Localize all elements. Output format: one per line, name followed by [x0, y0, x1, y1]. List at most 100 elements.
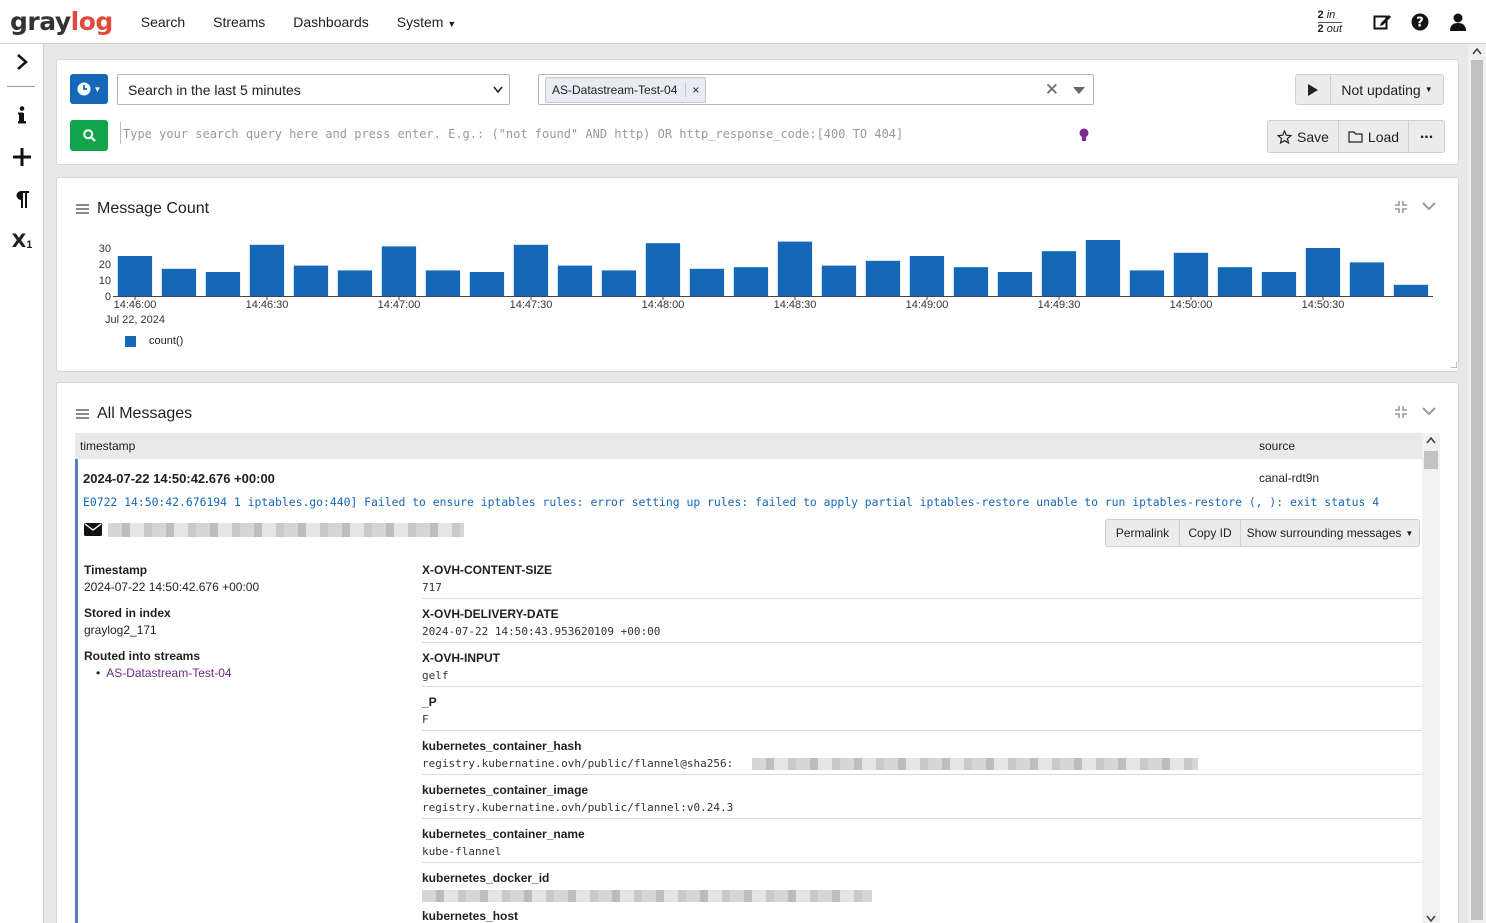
- scroll-thumb[interactable]: [1471, 60, 1483, 920]
- nav-search[interactable]: Search: [141, 14, 185, 30]
- field-name: kubernetes_host: [422, 909, 519, 923]
- field-row[interactable]: kubernetes_host: [422, 909, 1422, 923]
- scroll-up-icon[interactable]: [1472, 48, 1482, 55]
- widget-title: All Messages: [97, 405, 193, 422]
- chart-bar[interactable]: [1041, 251, 1077, 296]
- nav-streams[interactable]: Streams: [213, 14, 265, 30]
- pilcrow-formatting-icon[interactable]: [0, 185, 44, 213]
- chart-bar[interactable]: [865, 260, 901, 296]
- field-row[interactable]: kubernetes_docker_id: [422, 871, 1422, 907]
- field-name: _P: [422, 695, 437, 709]
- chart-bar[interactable]: [1305, 248, 1341, 296]
- chart-bar[interactable]: [469, 272, 505, 296]
- play-refresh-button[interactable]: [1295, 74, 1330, 105]
- chart-bar[interactable]: [645, 243, 681, 296]
- chart-bar[interactable]: [1217, 267, 1253, 296]
- field-row[interactable]: X-OVH-DELIVERY-DATE 2024-07-22 14:50:43.…: [422, 607, 1422, 643]
- message-row-expanded[interactable]: 2024-07-22 14:50:42.676 +00:00 canal-rdt…: [75, 459, 1422, 923]
- chart-bar[interactable]: [205, 272, 241, 296]
- routed-stream-link[interactable]: • AS-Datastream-Test-04: [96, 666, 232, 680]
- field-row[interactable]: kubernetes_container_name kube-flannel: [422, 827, 1422, 863]
- chart-bar[interactable]: [1129, 270, 1165, 296]
- field-row[interactable]: kubernetes_container_image registry.kube…: [422, 783, 1422, 819]
- caret-down-icon[interactable]: [1073, 87, 1085, 94]
- top-navbar: graylog Search Streams Dashboards System…: [0, 0, 1486, 44]
- chevron-down-icon[interactable]: [1422, 407, 1436, 416]
- timerange-type-button[interactable]: ▼: [70, 74, 108, 104]
- chart-bar[interactable]: [1349, 262, 1385, 296]
- parameters-icon[interactable]: X1: [0, 227, 44, 255]
- field-row[interactable]: X-OVH-CONTENT-SIZE 717: [422, 563, 1422, 599]
- chart-bar[interactable]: [733, 267, 769, 296]
- field-row[interactable]: _P F: [422, 695, 1422, 731]
- chart-bar[interactable]: [117, 256, 153, 296]
- redacted-hash: [752, 758, 1198, 770]
- y-tick-label: 0: [105, 291, 111, 303]
- chart-bar[interactable]: [1173, 252, 1209, 296]
- expand-sidebar-icon[interactable]: [0, 48, 44, 76]
- chart-bar[interactable]: [689, 268, 725, 296]
- throughput-indicator[interactable]: 2 in 2 out: [1317, 9, 1342, 36]
- chart-bar[interactable]: [381, 246, 417, 296]
- chart-bar[interactable]: [777, 241, 813, 296]
- message-text: E0722 14:50:42.676194 1 iptables.go:440]…: [83, 495, 1380, 509]
- more-actions-button[interactable]: ...: [1408, 120, 1445, 153]
- field-row[interactable]: kubernetes_container_hash registry.kuber…: [422, 739, 1422, 775]
- nav-system[interactable]: System ▼: [397, 14, 457, 30]
- field-name: X-OVH-INPUT: [422, 651, 500, 665]
- timerange-select[interactable]: Search in the last 5 minutes: [117, 74, 510, 105]
- chart-bar[interactable]: [909, 256, 945, 296]
- chart-bar[interactable]: [337, 270, 373, 296]
- chart-bar[interactable]: [997, 272, 1033, 296]
- all-messages-widget: All Messages timestamp source 2024-07-22…: [56, 382, 1459, 923]
- scroll-up-icon[interactable]: [1426, 437, 1436, 444]
- x-tick-label: 14:48:00: [642, 299, 685, 311]
- query-input-cursor: [120, 122, 121, 144]
- page-scrollbar[interactable]: [1468, 44, 1486, 923]
- nav-dashboards[interactable]: Dashboards: [293, 14, 369, 30]
- chart-bar[interactable]: [161, 268, 197, 296]
- scroll-down-icon[interactable]: [1426, 915, 1436, 922]
- scroll-thumb[interactable]: [1424, 451, 1438, 469]
- widget-header: All Messages: [76, 405, 192, 423]
- resize-handle-icon[interactable]: [1451, 362, 1457, 368]
- refresh-interval-dropdown[interactable]: Not updating ▼: [1330, 74, 1444, 105]
- search-query-input[interactable]: Type your search query here and press en…: [123, 127, 903, 141]
- chart-bar[interactable]: [1261, 272, 1297, 296]
- remove-chip-icon[interactable]: ×: [685, 83, 699, 97]
- chart-bar[interactable]: [513, 244, 549, 296]
- field-value: 717: [422, 581, 442, 594]
- search-button[interactable]: [70, 120, 108, 151]
- field-row[interactable]: X-OVH-INPUT gelf: [422, 651, 1422, 687]
- load-search-button[interactable]: Load: [1338, 120, 1408, 153]
- compress-icon[interactable]: [1394, 405, 1408, 419]
- chart-bar[interactable]: [1085, 240, 1121, 296]
- chart-bar[interactable]: [1393, 284, 1429, 296]
- info-icon[interactable]: [0, 101, 44, 129]
- copy-id-button[interactable]: Copy ID: [1179, 519, 1240, 547]
- chart-bar[interactable]: [293, 265, 329, 296]
- permalink-button[interactable]: Permalink: [1105, 519, 1179, 547]
- help-icon[interactable]: ?: [1410, 12, 1430, 32]
- chart-bar[interactable]: [953, 267, 989, 296]
- graylog-logo[interactable]: graylog: [10, 9, 113, 34]
- add-widget-icon[interactable]: [0, 143, 44, 171]
- chart-bar[interactable]: [249, 244, 285, 296]
- table-scrollbar[interactable]: [1422, 433, 1440, 923]
- show-surrounding-messages-dropdown[interactable]: Show surrounding messages ▼: [1240, 519, 1420, 547]
- field-name: kubernetes_container_name: [422, 827, 585, 841]
- drag-handle-icon[interactable]: [76, 407, 89, 421]
- chart-bar[interactable]: [557, 265, 593, 296]
- column-header-timestamp[interactable]: timestamp: [80, 439, 135, 453]
- clear-icon[interactable]: ✕: [1045, 80, 1059, 100]
- edit-scratchpad-icon[interactable]: [1372, 12, 1392, 32]
- lightbulb-icon[interactable]: [1079, 128, 1089, 143]
- save-search-button[interactable]: Save: [1267, 120, 1338, 153]
- chart-bar[interactable]: [425, 270, 461, 296]
- user-icon[interactable]: [1448, 12, 1468, 32]
- chart-bar[interactable]: [821, 265, 857, 296]
- stream-filter-select[interactable]: AS-Datastream-Test-04 × ✕: [538, 74, 1094, 105]
- redacted-message-id: [108, 523, 464, 537]
- chart-bar[interactable]: [601, 270, 637, 296]
- column-header-source[interactable]: source: [1259, 439, 1295, 453]
